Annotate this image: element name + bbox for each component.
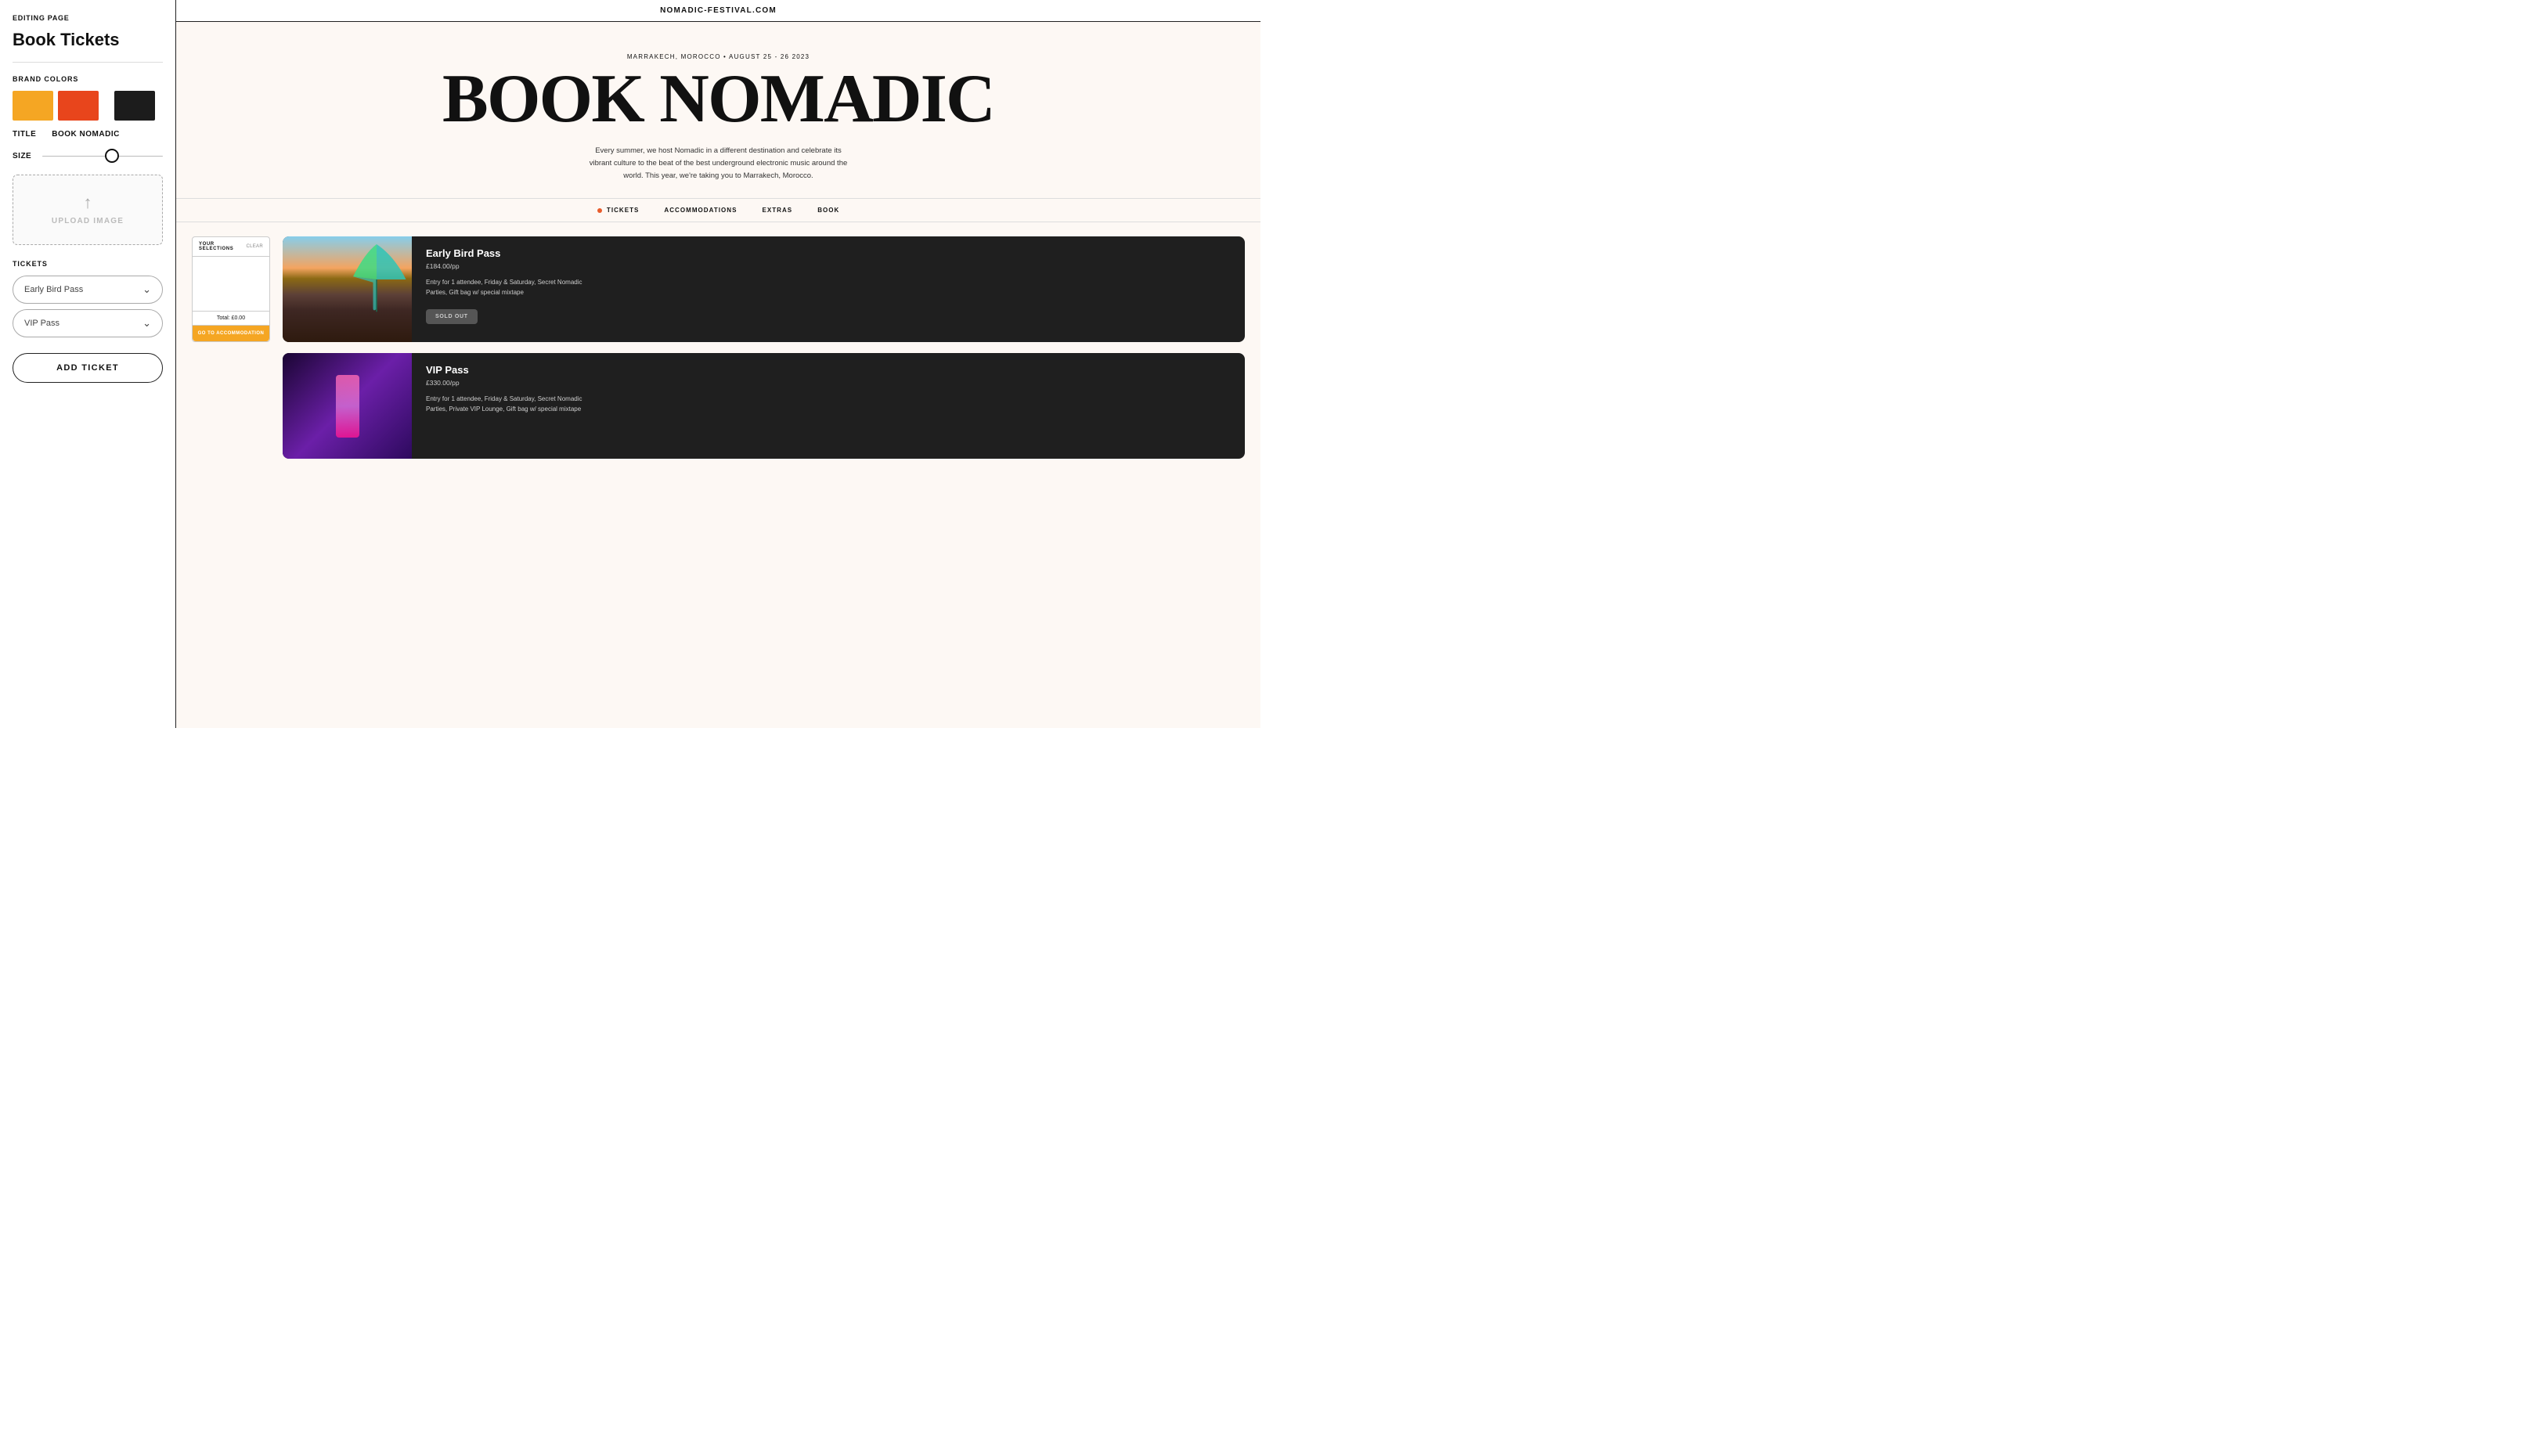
left-panel: EDITING PAGE Book Tickets BRAND COLORS T… bbox=[0, 0, 176, 728]
add-ticket-button[interactable]: ADD TICKET bbox=[13, 353, 163, 383]
hero-subtitle: MARRAKECH, MOROCCO • AUGUST 25 - 26 2023 bbox=[223, 53, 1214, 60]
ticket-name-early-bird: Early Bird Pass bbox=[426, 247, 1231, 259]
hero-section: MARRAKECH, MOROCCO • AUGUST 25 - 26 2023… bbox=[176, 22, 1260, 198]
page-title: Book Tickets bbox=[13, 30, 163, 49]
domain-label: NOMADIC-FESTIVAL.COM bbox=[660, 6, 777, 15]
size-row: SIZE bbox=[13, 148, 163, 164]
ticket-name-vip: VIP Pass bbox=[426, 364, 1231, 376]
hero-title: BOOK NOMADIC bbox=[223, 67, 1214, 132]
nav-label-tickets: TICKETS bbox=[607, 207, 640, 214]
color-swatch-black[interactable] bbox=[114, 91, 155, 121]
nav-item-tickets[interactable]: TICKETS bbox=[597, 207, 640, 214]
selections-total: Total: £0.00 bbox=[193, 312, 269, 326]
brand-colors-label: BRAND COLORS bbox=[13, 75, 163, 83]
hero-description: Every summer, we host Nomadic in a diffe… bbox=[586, 145, 852, 182]
tickets-list: Early Bird Pass £184.00/pp Entry for 1 a… bbox=[283, 236, 1245, 459]
selections-widget: YOUR SELECTIONS CLEAR Total: £0.00 GO TO… bbox=[192, 236, 270, 342]
nav-label-accommodations: ACCOMMODATIONS bbox=[664, 207, 737, 214]
clear-button[interactable]: CLEAR bbox=[246, 244, 263, 249]
ticket-dropdown-label-vip: VIP Pass bbox=[24, 319, 60, 328]
tickets-label: TICKETS bbox=[13, 260, 48, 268]
color-swatch-yellow[interactable] bbox=[13, 91, 53, 121]
ticket-image-vip bbox=[283, 353, 412, 459]
ticket-card-vip: VIP Pass £330.00/pp Entry for 1 attendee… bbox=[283, 353, 1245, 459]
nav-label-extras: EXTRAS bbox=[762, 207, 792, 214]
nav-item-book[interactable]: BOOK bbox=[817, 207, 839, 214]
title-value: BOOK NOMADIC bbox=[52, 130, 120, 139]
brand-colors-row bbox=[13, 91, 163, 121]
ticket-image-early-bird bbox=[283, 236, 412, 342]
editing-label: EDITING PAGE bbox=[13, 14, 163, 22]
ticket-dropdown-early-bird[interactable]: Early Bird Pass ⌄ bbox=[13, 276, 163, 304]
right-panel: NOMADIC-FESTIVAL.COM MARRAKECH, MOROCCO … bbox=[176, 0, 1260, 728]
ticket-price-vip: £330.00/pp bbox=[426, 379, 1231, 387]
upload-text: UPLOAD IMAGE bbox=[52, 217, 124, 225]
size-slider[interactable] bbox=[42, 148, 163, 164]
nav-active-dot bbox=[597, 208, 602, 213]
umbrella-svg bbox=[345, 244, 408, 315]
ticket-info-early-bird: Early Bird Pass £184.00/pp Entry for 1 a… bbox=[412, 236, 1245, 342]
nav-item-extras[interactable]: EXTRAS bbox=[762, 207, 792, 214]
tickets-section: TICKETS Early Bird Pass ⌄ VIP Pass ⌄ bbox=[13, 256, 163, 337]
ticket-desc-vip: Entry for 1 attendee, Friday & Saturday,… bbox=[426, 395, 598, 415]
ticket-img-overlay-early-bird bbox=[283, 236, 412, 342]
ticket-info-vip: VIP Pass £330.00/pp Entry for 1 attendee… bbox=[412, 353, 1245, 459]
ticket-dropdown-vip[interactable]: VIP Pass ⌄ bbox=[13, 309, 163, 337]
ticket-dropdown-label-early-bird: Early Bird Pass bbox=[24, 285, 83, 294]
size-thumb[interactable] bbox=[105, 149, 119, 163]
size-label: SIZE bbox=[13, 152, 34, 160]
title-row: TITLE BOOK NOMADIC bbox=[13, 130, 163, 139]
upload-area[interactable]: ↑ UPLOAD IMAGE bbox=[13, 175, 163, 245]
color-swatch-orange[interactable] bbox=[58, 91, 99, 121]
chevron-down-icon-vip: ⌄ bbox=[142, 317, 151, 330]
ticket-price-early-bird: £184.00/pp bbox=[426, 262, 1231, 270]
ticket-content-area: YOUR SELECTIONS CLEAR Total: £0.00 GO TO… bbox=[176, 222, 1260, 473]
selections-body bbox=[193, 257, 269, 312]
chevron-down-icon-early-bird: ⌄ bbox=[142, 283, 151, 296]
preview-nav: TICKETS ACCOMMODATIONS EXTRAS BOOK bbox=[176, 198, 1260, 222]
nav-item-accommodations[interactable]: ACCOMMODATIONS bbox=[664, 207, 737, 214]
sold-out-badge-early-bird: SOLD OUT bbox=[426, 309, 478, 324]
neon-image bbox=[283, 353, 412, 459]
ticket-desc-early-bird: Entry for 1 attendee, Friday & Saturday,… bbox=[426, 278, 598, 298]
selections-header: YOUR SELECTIONS CLEAR bbox=[193, 237, 269, 257]
selections-title: YOUR SELECTIONS bbox=[199, 242, 246, 251]
domain-bar: NOMADIC-FESTIVAL.COM bbox=[176, 0, 1260, 22]
nav-label-book: BOOK bbox=[817, 207, 839, 214]
go-to-accommodation-button[interactable]: GO TO ACCOMMODATION bbox=[193, 326, 269, 341]
ticket-card-early-bird: Early Bird Pass £184.00/pp Entry for 1 a… bbox=[283, 236, 1245, 342]
upload-icon: ↑ bbox=[84, 194, 92, 211]
divider-1 bbox=[13, 62, 163, 63]
preview-area: MARRAKECH, MOROCCO • AUGUST 25 - 26 2023… bbox=[176, 22, 1260, 728]
size-track bbox=[42, 156, 163, 157]
title-key: TITLE bbox=[13, 130, 36, 139]
